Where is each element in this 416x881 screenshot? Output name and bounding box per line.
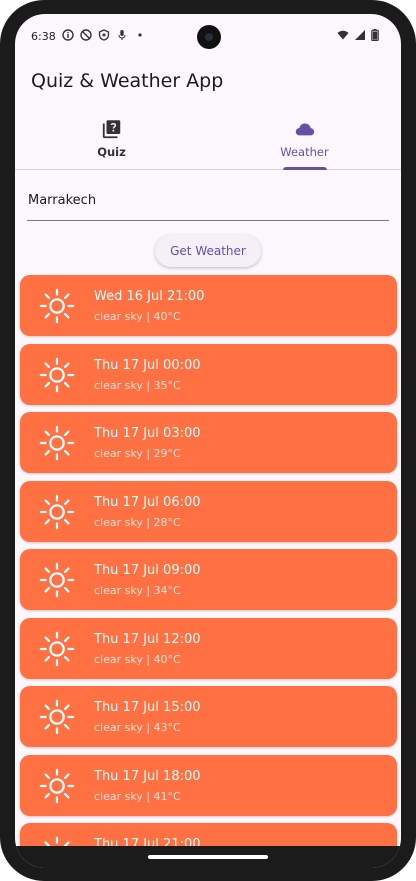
forecast-summary: clear sky | 43°C bbox=[94, 721, 181, 734]
cloud-icon bbox=[295, 123, 314, 136]
microphone-icon bbox=[118, 30, 126, 40]
city-field[interactable] bbox=[27, 182, 391, 221]
sun-icon bbox=[38, 356, 76, 394]
phone-frame: 6:38 Quiz & Weather App Quiz Weather Mar… bbox=[0, 0, 416, 881]
sun-icon bbox=[38, 698, 76, 736]
forecast-card[interactable]: Thu 17 Jul 09:00 clear sky | 34°C bbox=[20, 549, 397, 610]
forecast-card[interactable]: Thu 17 Jul 06:00 clear sky | 28°C bbox=[20, 480, 397, 542]
forecast-datetime: Thu 17 Jul 15:00 bbox=[94, 700, 201, 715]
tab-weather[interactable]: Weather bbox=[208, 114, 401, 170]
front-camera bbox=[197, 25, 221, 49]
forecast-card[interactable]: Thu 17 Jul 15:00 clear sky | 43°C bbox=[20, 686, 397, 747]
app-title: Quiz & Weather App bbox=[31, 70, 224, 92]
sun-icon bbox=[38, 630, 76, 668]
tab-quiz[interactable]: Quiz bbox=[15, 114, 208, 169]
wifi-icon bbox=[337, 30, 349, 40]
shield-icon bbox=[98, 29, 110, 41]
forecast-datetime: Thu 17 Jul 06:00 bbox=[94, 494, 201, 510]
forecast-card[interactable]: Wed 16 Jul 21:00 clear sky | 40°C bbox=[20, 275, 397, 336]
dot-icon bbox=[138, 33, 142, 37]
forecast-summary: clear sky | 34°C bbox=[94, 584, 181, 597]
status-system-icons bbox=[337, 29, 379, 41]
forecast-datetime: Thu 17 Jul 18:00 bbox=[94, 768, 201, 784]
forecast-card[interactable]: Thu 17 Jul 00:00 clear sky | 35°C bbox=[20, 343, 397, 405]
forecast-datetime: Thu 17 Jul 03:00 bbox=[94, 426, 201, 441]
forecast-card[interactable]: Thu 17 Jul 12:00 clear sky | 40°C bbox=[20, 617, 397, 679]
forecast-card[interactable]: Thu 17 Jul 18:00 clear sky | 41°C bbox=[20, 754, 397, 816]
status-bar: 6:38 bbox=[15, 14, 401, 58]
tab-bar: Quiz Weather bbox=[15, 114, 401, 170]
home-handle[interactable] bbox=[148, 855, 268, 859]
forecast-summary: clear sky | 41°C bbox=[94, 789, 181, 803]
sun-icon bbox=[38, 561, 76, 599]
forecast-datetime: Thu 17 Jul 09:00 bbox=[94, 563, 201, 578]
status-notification-icons bbox=[62, 29, 146, 41]
signal-icon bbox=[355, 30, 365, 40]
tab-selected-indicator bbox=[282, 167, 327, 170]
blocked-icon bbox=[80, 29, 92, 41]
battery-icon bbox=[371, 29, 379, 41]
forecast-summary: clear sky | 40°C bbox=[94, 310, 181, 323]
forecast-card[interactable]: Thu 17 Jul 03:00 clear sky | 29°C bbox=[20, 412, 397, 473]
sun-icon bbox=[38, 493, 76, 531]
get-weather-button[interactable]: Get Weather bbox=[155, 235, 261, 267]
forecast-summary: clear sky | 29°C bbox=[94, 447, 181, 460]
status-time: 6:38 bbox=[31, 30, 56, 43]
app-screen: 6:38 Quiz & Weather App Quiz Weather Mar… bbox=[15, 14, 401, 868]
forecast-list[interactable]: Wed 16 Jul 21:00 clear sky | 40°C Thu 17 … bbox=[20, 275, 397, 868]
city-input[interactable] bbox=[27, 182, 391, 218]
forecast-datetime: Thu 17 Jul 12:00 bbox=[94, 631, 201, 647]
tab-quiz-label: Quiz bbox=[97, 145, 126, 159]
info-icon bbox=[62, 29, 74, 41]
forecast-summary: clear sky | 40°C bbox=[94, 652, 181, 666]
quiz-icon bbox=[102, 120, 120, 139]
gesture-nav-bar bbox=[15, 846, 401, 868]
sun-icon bbox=[38, 287, 76, 325]
forecast-datetime: Wed 16 Jul 21:00 bbox=[94, 289, 205, 304]
forecast-summary: clear sky | 28°C bbox=[94, 515, 181, 529]
forecast-datetime: Thu 17 Jul 00:00 bbox=[94, 357, 201, 373]
forecast-summary: clear sky | 35°C bbox=[94, 378, 181, 392]
sun-icon bbox=[38, 767, 76, 805]
sun-icon bbox=[38, 424, 76, 462]
tab-weather-label: Weather bbox=[280, 145, 329, 159]
